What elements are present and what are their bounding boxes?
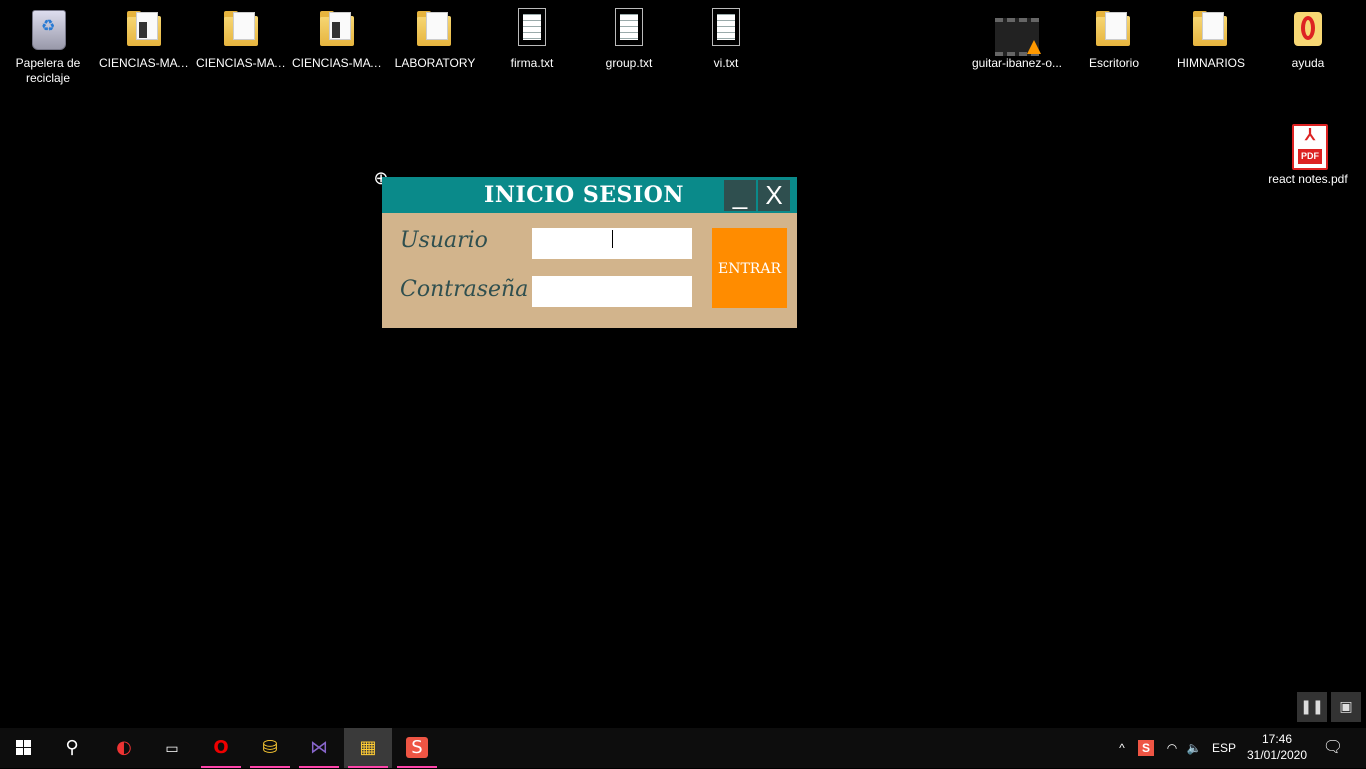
desktop-icon-group-txt[interactable]: group.txt bbox=[581, 8, 677, 71]
search-button[interactable]: ⚲ bbox=[48, 728, 96, 768]
help-file-icon bbox=[1294, 12, 1322, 46]
chevron-up-icon: ^ bbox=[1119, 741, 1125, 755]
clock-time: 17:46 bbox=[1261, 732, 1293, 746]
taskbar-app-sublime[interactable]: S bbox=[393, 728, 441, 768]
desktop-icon-recycle-bin[interactable]: Papelera de reciclaje bbox=[0, 8, 96, 86]
desktop-icon-label: CIENCIAS-MAT... bbox=[196, 56, 290, 70]
desktop-icon-guitar-video[interactable]: guitar-ibanez-o... bbox=[969, 8, 1065, 71]
desktop-icon-label: group.txt bbox=[605, 56, 653, 70]
tray-sublime[interactable]: S bbox=[1136, 728, 1156, 768]
visual-studio-icon: ⋈ bbox=[310, 737, 328, 758]
clock-date: 31/01/2020 bbox=[1246, 748, 1308, 762]
tray-overflow-button[interactable]: ^ bbox=[1114, 728, 1130, 768]
desktop-icon-label: react notes.pdf bbox=[1268, 172, 1348, 186]
desktop-icon-label: Escritorio bbox=[1088, 56, 1139, 70]
minimize-button[interactable]: _ bbox=[724, 180, 756, 211]
taskbar-app-visual-studio[interactable]: ⋈ bbox=[295, 728, 343, 768]
recording-controls: ❚❚ ▣ bbox=[1297, 692, 1361, 722]
sublime-icon: S bbox=[406, 737, 428, 758]
pdf-file-icon: PDF bbox=[1292, 124, 1328, 170]
text-cursor bbox=[612, 230, 613, 248]
text-file-icon bbox=[518, 8, 546, 46]
recycle-bin-icon bbox=[32, 10, 66, 50]
taskbar-app-terminal[interactable]: ▭ bbox=[148, 728, 196, 768]
desktop-icon-folder-ciencias-3[interactable]: CIENCIAS-MAT... bbox=[290, 8, 386, 71]
notification-icon: 🗨 bbox=[1322, 739, 1344, 756]
desktop-icon-label: vi.txt bbox=[713, 56, 739, 70]
login-window: INICIO SESION _ X Usuario Contraseña ENT… bbox=[382, 177, 797, 328]
notifications-button[interactable]: 🗨 bbox=[1318, 728, 1348, 768]
close-button[interactable]: X bbox=[758, 180, 790, 211]
enter-button[interactable]: ENTRAR bbox=[712, 228, 787, 308]
desktop-icon-folder-himnarios[interactable]: HIMNARIOS bbox=[1163, 8, 1259, 71]
desktop-icon-label: guitar-ibanez-o... bbox=[971, 56, 1063, 70]
desktop-icon-folder-laboratory[interactable]: LABORATORY bbox=[387, 8, 483, 71]
folder-icon bbox=[320, 11, 354, 46]
video-file-icon bbox=[995, 18, 1041, 56]
folder-icon bbox=[1096, 11, 1130, 46]
folder-icon bbox=[417, 11, 451, 46]
wifi-icon: ◠ bbox=[1166, 741, 1178, 755]
username-label: Usuario bbox=[400, 228, 488, 253]
taskbar-app-opera[interactable]: O bbox=[197, 728, 245, 768]
opera-icon: O bbox=[213, 737, 229, 758]
clock[interactable]: 17:46 31/01/2020 bbox=[1246, 731, 1308, 763]
taskbar-app-ccleaner[interactable]: ◐ bbox=[100, 728, 148, 768]
desktop-icon-folder-escritorio[interactable]: Escritorio bbox=[1066, 8, 1162, 71]
ccleaner-icon: ◐ bbox=[116, 737, 132, 758]
language-indicator[interactable]: ESP bbox=[1210, 728, 1238, 768]
desktop-icon-folder-ciencias-2[interactable]: CIENCIAS-MAT... bbox=[194, 8, 290, 71]
database-icon: ⛁ bbox=[262, 737, 278, 758]
folder-icon bbox=[127, 11, 161, 46]
taskbar: ⚲ ◐ ▭ O ⛁ ⋈ ▦ S ^ S ◠ 🔈 ESP 17:46 31/01/… bbox=[0, 728, 1366, 768]
search-icon: ⚲ bbox=[65, 737, 79, 758]
desktop-icon-react-notes-pdf[interactable]: PDF react notes.pdf bbox=[1260, 124, 1356, 187]
desktop-icon-label: LABORATORY bbox=[394, 56, 476, 70]
taskbar-app-active-window[interactable]: ▦ bbox=[344, 728, 392, 768]
desktop-icon-label: firma.txt bbox=[510, 56, 554, 70]
sublime-tray-icon: S bbox=[1137, 740, 1154, 756]
password-label: Contraseña bbox=[400, 277, 529, 302]
folder-icon bbox=[224, 11, 258, 46]
desktop-icon-label: Papelera de reciclaje bbox=[15, 56, 81, 85]
desktop-icon-ayuda[interactable]: ayuda bbox=[1260, 8, 1356, 71]
picture-icon[interactable]: ▣ bbox=[1331, 692, 1361, 722]
app-window-icon: ▦ bbox=[359, 737, 377, 758]
text-file-icon bbox=[712, 8, 740, 46]
text-file-icon bbox=[615, 8, 643, 46]
pause-icon[interactable]: ❚❚ bbox=[1297, 692, 1327, 722]
password-input[interactable] bbox=[532, 276, 692, 307]
login-titlebar[interactable]: INICIO SESION _ X bbox=[382, 177, 797, 213]
desktop-icon-vi-txt[interactable]: vi.txt bbox=[678, 8, 774, 71]
desktop-icon-folder-ciencias-1[interactable]: CIENCIAS-MAT... bbox=[97, 8, 193, 71]
desktop-icon-label: HIMNARIOS bbox=[1176, 56, 1245, 70]
desktop-icon-label: CIENCIAS-MAT... bbox=[292, 56, 386, 70]
taskbar-app-database[interactable]: ⛁ bbox=[246, 728, 294, 768]
folder-icon bbox=[1193, 11, 1227, 46]
tray-network[interactable]: ◠ bbox=[1162, 728, 1182, 768]
speaker-icon: 🔈 bbox=[1186, 741, 1202, 755]
desktop-icon-label: ayuda bbox=[1291, 56, 1325, 70]
tray-volume[interactable]: 🔈 bbox=[1184, 728, 1204, 768]
desktop-icon-firma-txt[interactable]: firma.txt bbox=[484, 8, 580, 71]
windows-icon bbox=[16, 740, 32, 756]
desktop-icon-label: CIENCIAS-MAT... bbox=[99, 56, 193, 70]
start-button[interactable] bbox=[0, 728, 48, 768]
terminal-icon: ▭ bbox=[165, 741, 179, 757]
